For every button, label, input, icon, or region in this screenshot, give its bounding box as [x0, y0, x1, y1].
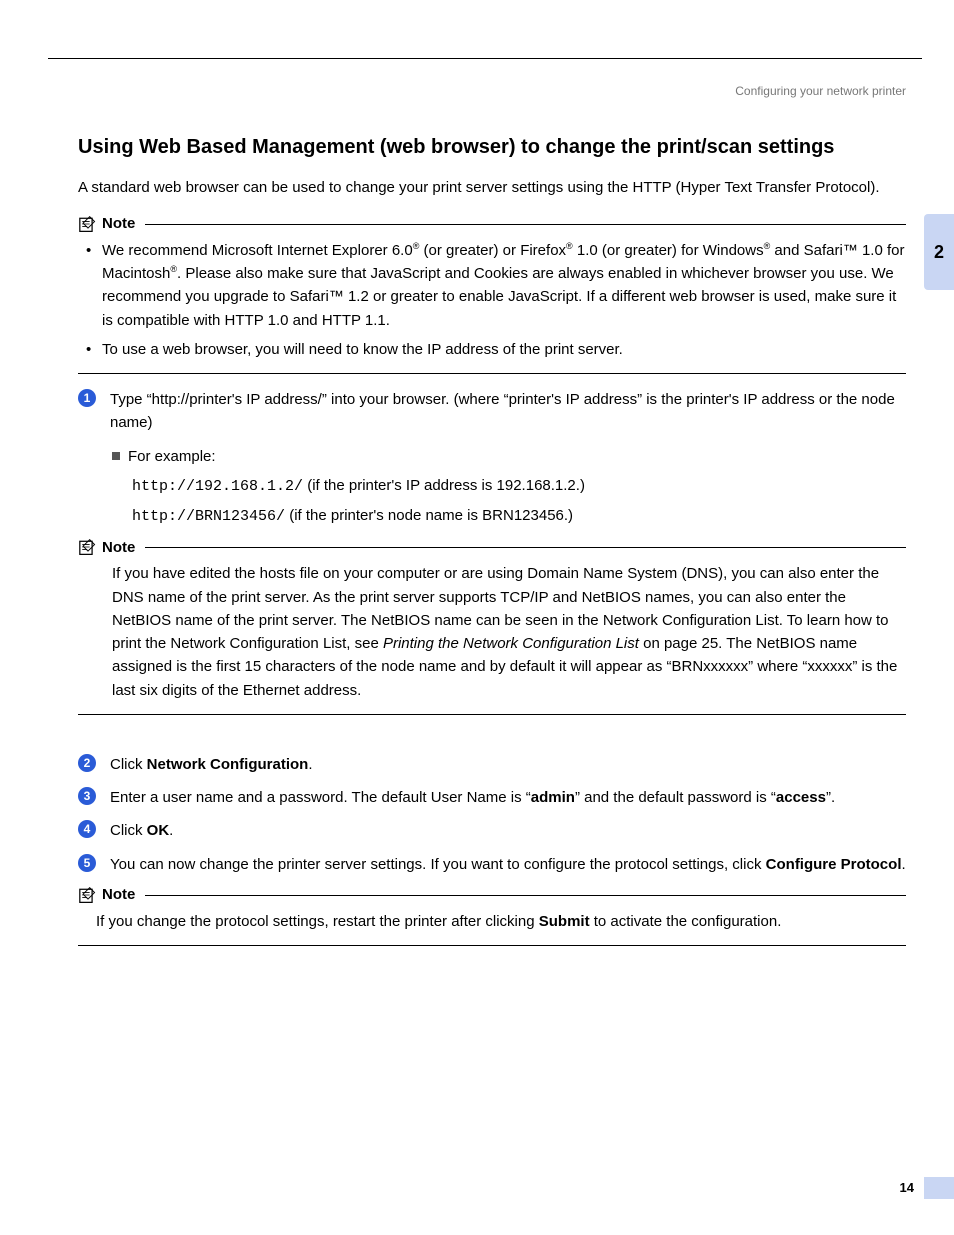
step-number-5: 5	[78, 854, 96, 872]
example-label: For example:	[112, 445, 906, 468]
note3-body: If you change the protocol settings, res…	[96, 910, 906, 933]
chapter-tab: 2	[924, 214, 954, 290]
note2-body: If you have edited the hosts file on you…	[112, 562, 906, 702]
header-breadcrumb: Configuring your network printer	[735, 84, 906, 98]
step-number-3: 3	[78, 787, 96, 805]
note-rule	[145, 895, 906, 896]
intro-paragraph: A standard web browser can be used to ch…	[78, 177, 906, 199]
step-number-4: 4	[78, 820, 96, 838]
page-title: Using Web Based Management (web browser)…	[78, 136, 906, 159]
step-3: 3 Enter a user name and a password. The …	[78, 786, 906, 809]
note-header: Note	[78, 886, 906, 904]
note2-link[interactable]: Printing the Network Configuration List	[383, 635, 639, 652]
note1-bullets: We recommend Microsoft Internet Explorer…	[78, 239, 906, 361]
page-number-tab	[924, 1177, 954, 1199]
note-icon	[78, 215, 98, 233]
note-header: Note	[78, 538, 906, 556]
example-1: http://192.168.1.2/ (if the printer's IP…	[132, 474, 906, 498]
note-end-rule	[78, 945, 906, 946]
step-3-text: Enter a user name and a password. The de…	[110, 786, 906, 809]
header-rule	[48, 58, 922, 59]
step-number-1: 1	[78, 389, 96, 407]
step-4: 4 Click OK.	[78, 819, 906, 842]
step-5-text: You can now change the printer server se…	[110, 853, 906, 876]
page: Configuring your network printer 2 Using…	[0, 0, 954, 1235]
note1-bullet-2: To use a web browser, you will need to k…	[78, 338, 906, 361]
step-1-text: Type “http://printer's IP address/” into…	[110, 388, 906, 435]
note-end-rule	[78, 714, 906, 715]
registered-mark: ®	[566, 241, 573, 251]
note-rule	[145, 224, 906, 225]
note-label: Note	[102, 539, 135, 556]
example-1-code: http://192.168.1.2/	[132, 478, 303, 495]
square-bullet-icon	[112, 452, 120, 460]
note-header: Note	[78, 215, 906, 233]
chapter-number: 2	[934, 242, 944, 263]
note-label: Note	[102, 886, 135, 903]
note-icon	[78, 886, 98, 904]
note-label: Note	[102, 215, 135, 232]
note1-bullet-1: We recommend Microsoft Internet Explorer…	[78, 239, 906, 332]
note-icon	[78, 538, 98, 556]
example-2-code: http://BRN123456/	[132, 508, 285, 525]
note-rule	[145, 547, 906, 548]
content: Using Web Based Management (web browser)…	[78, 136, 906, 960]
step-2: 2 Click Network Configuration.	[78, 753, 906, 776]
chapter-tab-sidebar: 2	[924, 214, 954, 290]
step-4-text: Click OK.	[110, 819, 906, 842]
example-2: http://BRN123456/ (if the printer's node…	[132, 504, 906, 528]
step-1: 1 Type “http://printer's IP address/” in…	[78, 388, 906, 435]
step-5: 5 You can now change the printer server …	[78, 853, 906, 876]
note-end-rule	[78, 373, 906, 374]
page-number: 14	[900, 1180, 914, 1195]
step-number-2: 2	[78, 754, 96, 772]
step-2-text: Click Network Configuration.	[110, 753, 906, 776]
